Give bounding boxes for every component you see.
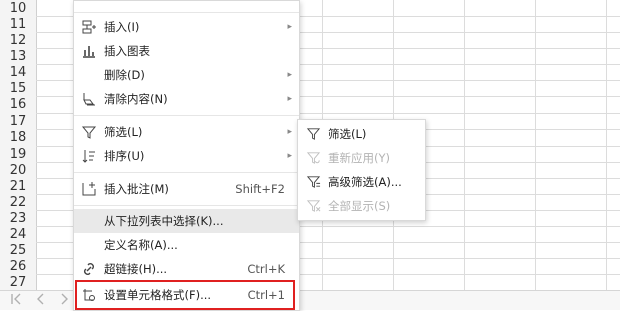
row-header[interactable]: 16 (0, 97, 36, 113)
menu-item-shortcut: Ctrl+K (247, 262, 285, 276)
menu-item-label: 定义名称(A)... (104, 238, 178, 252)
menu-item-label: 筛选(L) (104, 125, 143, 139)
chart-icon (81, 43, 97, 59)
row-header[interactable]: 15 (0, 81, 36, 97)
menu-item-shortcut: Shift+F2 (235, 182, 285, 196)
filter-submenu: 筛选(L) 重新应用(Y) 高级筛选(A)... 全部显示(S) (297, 119, 426, 221)
row-header-column: 10 11 12 13 14 15 16 17 18 19 20 21 22 2… (0, 0, 37, 290)
menu-item-pick-from-dropdown[interactable]: 从下拉列表中选择(K)... (74, 209, 299, 233)
insert-row-icon (81, 19, 97, 35)
menu-separator (74, 205, 299, 206)
grid-line (535, 0, 536, 290)
row-header[interactable]: 22 (0, 195, 36, 211)
menu-item-label: 从下拉列表中选择(K)... (104, 214, 224, 228)
row-header[interactable]: 17 (0, 114, 36, 130)
sort-icon (81, 148, 97, 164)
eraser-icon (81, 91, 97, 107)
row-header[interactable]: 26 (0, 259, 36, 275)
submenu-item-reapply: 重新应用(Y) (298, 146, 425, 170)
menu-item-label: 插入批注(M) (104, 182, 169, 196)
menu-item-label: 插入图表 (104, 44, 150, 58)
menu-item-insert-chart[interactable]: 插入图表 (74, 39, 299, 63)
row-header[interactable]: 20 (0, 163, 36, 179)
row-header[interactable]: 13 (0, 49, 36, 65)
filter-icon (81, 124, 97, 140)
submenu-arrow-icon: ▸ (287, 94, 292, 104)
menu-item-define-name[interactable]: 定义名称(A)... (74, 233, 299, 257)
submenu-item-show-all: 全部显示(S) (298, 194, 425, 218)
menu-item-insert[interactable]: 插入(I) ▸ (74, 15, 299, 39)
next-sheet-icon[interactable] (57, 292, 71, 308)
prev-sheet-icon[interactable] (34, 292, 48, 308)
comment-icon (81, 181, 97, 197)
menu-item-label: 插入(I) (104, 20, 140, 34)
row-header[interactable]: 14 (0, 65, 36, 81)
submenu-item-filter[interactable]: 筛选(L) (298, 122, 425, 146)
menu-item-filter[interactable]: 筛选(L) ▸ (74, 120, 299, 144)
submenu-arrow-icon: ▸ (287, 22, 292, 32)
menu-item-hyperlink[interactable]: 超链接(H)... Ctrl+K (74, 257, 299, 281)
row-header[interactable]: 18 (0, 130, 36, 146)
menu-item-label: 超链接(H)... (104, 262, 168, 276)
first-sheet-icon[interactable] (9, 292, 23, 308)
menu-item-label: 删除(D) (104, 68, 145, 82)
filter-icon (306, 126, 321, 141)
row-header[interactable]: 24 (0, 227, 36, 243)
menu-item-sort[interactable]: 排序(U) ▸ (74, 144, 299, 168)
grid-line (464, 0, 465, 290)
advanced-filter-icon (306, 174, 321, 189)
submenu-item-label: 筛选(L) (328, 127, 367, 141)
row-header[interactable]: 27 (0, 275, 36, 291)
menu-item-label: 排序(U) (104, 149, 145, 163)
grid-line (606, 0, 607, 290)
menu-item-insert-comment[interactable]: 插入批注(M) Shift+F2 (74, 177, 299, 201)
clear-filter-icon (306, 198, 321, 213)
row-header[interactable]: 19 (0, 147, 36, 163)
submenu-arrow-icon: ▸ (287, 127, 292, 137)
submenu-arrow-icon: ▸ (287, 151, 292, 161)
submenu-item-label: 重新应用(Y) (328, 151, 390, 165)
row-header[interactable]: 23 (0, 211, 36, 227)
menu-separator (74, 12, 299, 13)
reapply-filter-icon (306, 150, 321, 165)
submenu-item-label: 高级筛选(A)... (328, 175, 402, 189)
menu-item-delete[interactable]: 删除(D) ▸ (74, 63, 299, 87)
submenu-arrow-icon: ▸ (287, 70, 292, 80)
submenu-item-label: 全部显示(S) (328, 199, 391, 213)
submenu-item-advanced-filter[interactable]: 高级筛选(A)... (298, 170, 425, 194)
row-header[interactable]: 25 (0, 243, 36, 259)
menu-separator (74, 172, 299, 173)
row-header[interactable]: 12 (0, 33, 36, 49)
row-header[interactable]: 21 (0, 179, 36, 195)
link-icon (81, 261, 97, 277)
row-header[interactable]: 11 (0, 17, 36, 33)
menu-separator (74, 115, 299, 116)
highlight-annotation-box (75, 280, 295, 310)
row-header[interactable]: 10 (0, 1, 36, 17)
menu-item-label: 清除内容(N) (104, 92, 168, 106)
context-menu: 插入(I) ▸ 插入图表 删除(D) ▸ 清除内容(N) ▸ 筛选(L) ▸ 排… (73, 0, 300, 311)
menu-item-clear-contents[interactable]: 清除内容(N) ▸ (74, 87, 299, 111)
